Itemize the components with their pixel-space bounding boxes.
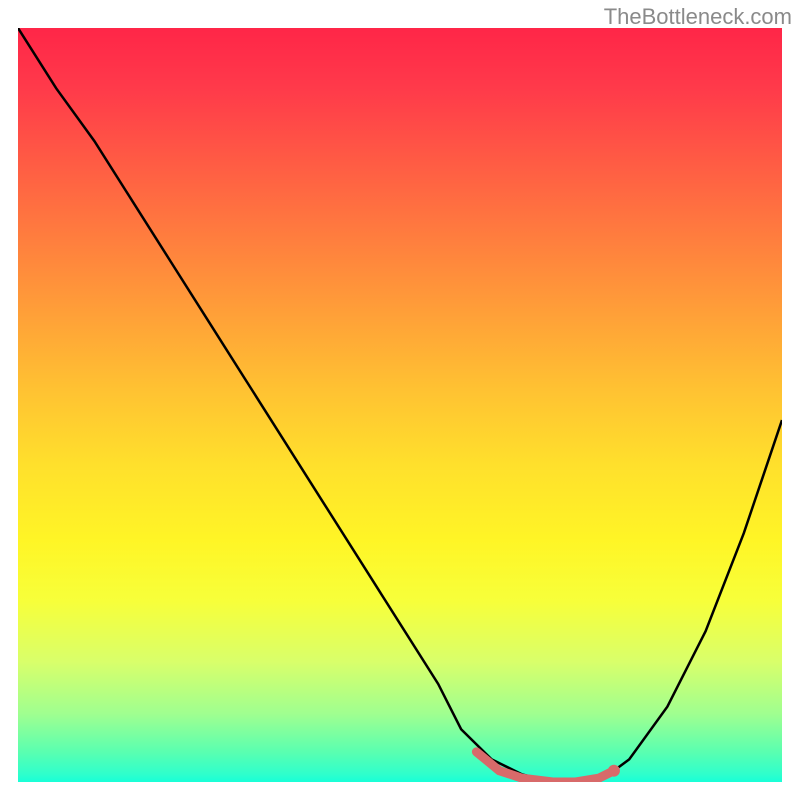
- bottleneck-curve: [18, 28, 782, 782]
- plot-frame: [18, 28, 782, 782]
- valley-dot: [608, 765, 620, 777]
- chart-svg: [18, 28, 782, 782]
- chart-container: TheBottleneck.com: [0, 0, 800, 800]
- valley-highlight: [476, 752, 614, 782]
- watermark-text: TheBottleneck.com: [604, 4, 792, 30]
